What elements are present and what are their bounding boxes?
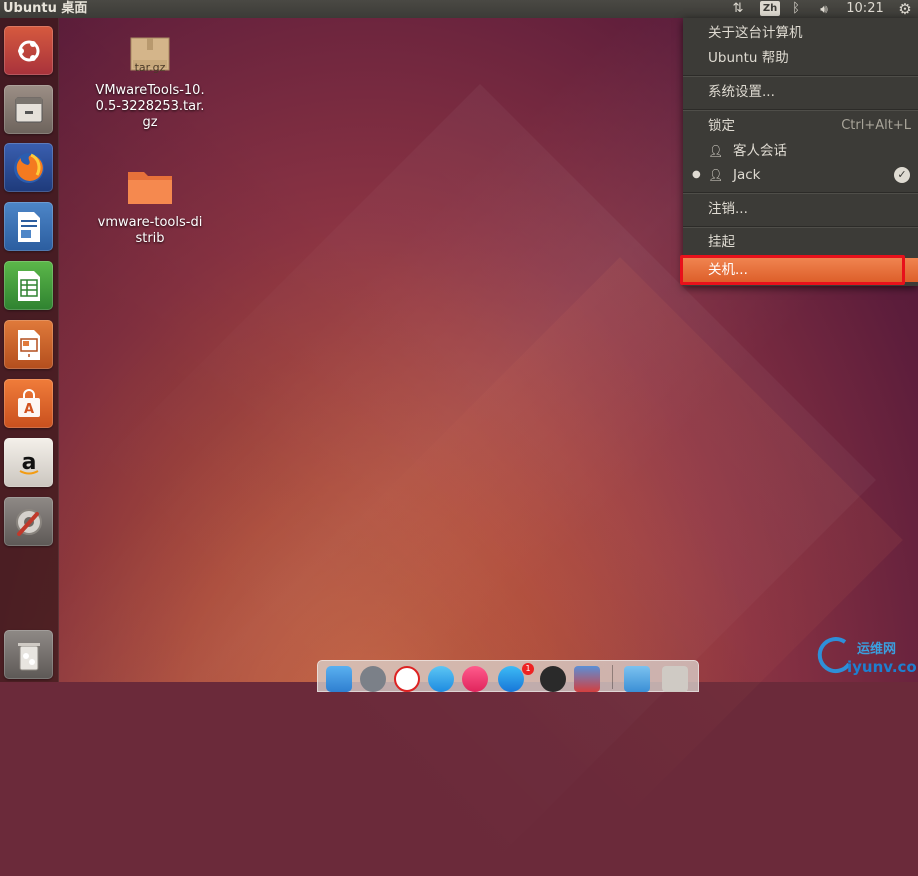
- menu-item-user-jack[interactable]: ● 👤︎ Jack ✓: [683, 163, 918, 187]
- trash-icon: [17, 642, 40, 670]
- menu-separator: [683, 109, 918, 110]
- menu-item-system-settings[interactable]: 系统设置...: [683, 80, 918, 104]
- menu-item-label: 系统设置...: [708, 84, 775, 100]
- downloads-folder-icon[interactable]: [624, 666, 650, 692]
- menu-item-label: 关于这台计算机: [708, 25, 803, 41]
- launcher-libreoffice-calc[interactable]: [4, 261, 53, 310]
- launcher-libreoffice-writer[interactable]: [4, 202, 53, 251]
- launcher-firefox[interactable]: [4, 143, 53, 192]
- launcher-system-settings[interactable]: [4, 497, 53, 546]
- dock-divider: [612, 665, 613, 689]
- menu-separator: [683, 226, 918, 227]
- wallpaper-facet: [337, 257, 903, 823]
- safari-compass-icon[interactable]: [428, 666, 454, 692]
- session-menu: 关于这台计算机 Ubuntu 帮助 系统设置... 锁定 Ctrl+Alt+L …: [683, 18, 918, 286]
- gear-icon[interactable]: ⚙: [895, 0, 915, 18]
- svg-text:a: a: [21, 450, 36, 475]
- launcher-libreoffice-impress[interactable]: [4, 320, 53, 369]
- window-title: Ubuntu 桌面: [3, 1, 88, 16]
- desktop-icon-label: VMwareTools-10.0.5-3228253.tar.gz: [95, 83, 205, 130]
- active-bullet-icon: ●: [692, 169, 701, 180]
- menu-item-label: 挂起: [708, 234, 735, 250]
- launcher-software-center[interactable]: A: [4, 379, 53, 428]
- menu-item-logout[interactable]: 注销...: [683, 197, 918, 221]
- desktop-icon-vmware-tarball[interactable]: tar.gz VMwareTools-10.0.5-3228253.tar.gz: [85, 34, 215, 131]
- ubuntu-logo-icon: [17, 40, 39, 61]
- amazon-logo-icon: a: [19, 450, 38, 475]
- shopping-bag-icon: A: [17, 388, 40, 417]
- launcher-dash-home[interactable]: [4, 26, 53, 75]
- watermark-url: iyunv.com: [847, 658, 918, 676]
- watermark: 运维网 iyunv.com: [815, 634, 918, 680]
- system-preferences-gear-icon[interactable]: [540, 666, 566, 692]
- launcher-amazon[interactable]: a: [4, 438, 53, 487]
- settings-wrench-gear-icon: [15, 508, 42, 536]
- menu-item-about[interactable]: 关于这台计算机: [683, 21, 918, 45]
- annotation-highlight-box: [680, 255, 905, 285]
- launcher-trash[interactable]: [4, 630, 53, 679]
- bottom-dock: 1: [317, 660, 699, 692]
- network-arrows-icon[interactable]: ⇅: [729, 0, 747, 18]
- ime-indicator[interactable]: Zh: [760, 1, 780, 16]
- menu-item-label: 客人会话: [733, 143, 787, 159]
- calc-spreadsheet-icon: [17, 270, 40, 301]
- parallels-icon[interactable]: [574, 666, 600, 692]
- launcher: A a: [0, 18, 59, 682]
- notification-badge: 1: [522, 663, 534, 675]
- dock-trash-icon[interactable]: [662, 666, 688, 692]
- menu-item-label: Ubuntu 帮助: [708, 50, 789, 66]
- top-panel: Ubuntu 桌面 ⇅ Zh ᛒ 🔊︎ 10:21 ⚙: [0, 0, 918, 18]
- volume-icon[interactable]: 🔊︎: [813, 0, 835, 18]
- close-x-app-icon[interactable]: [394, 666, 420, 692]
- menu-item-guest-session[interactable]: 👤︎ 客人会话: [683, 139, 918, 163]
- app-store-icon[interactable]: [498, 666, 524, 692]
- menu-item-label: 锁定: [708, 118, 735, 134]
- user-icon: 👤︎: [708, 168, 724, 182]
- watermark-text: 运维网: [857, 642, 897, 657]
- bluetooth-icon[interactable]: ᛒ: [789, 0, 803, 18]
- checkmark-icon: ✓: [894, 167, 910, 183]
- menu-separator: [683, 192, 918, 193]
- impress-presentation-icon: [17, 329, 40, 360]
- writer-document-icon: [17, 211, 40, 242]
- music-note-icon[interactable]: [462, 666, 488, 692]
- file-cabinet-icon: [15, 97, 42, 122]
- firefox-icon: [13, 152, 44, 183]
- finder-icon[interactable]: [326, 666, 352, 692]
- user-icon: 👤︎: [708, 144, 724, 158]
- menu-item-help[interactable]: Ubuntu 帮助: [683, 46, 918, 70]
- archive-badge: tar.gz: [134, 61, 166, 74]
- desktop-icon-label: vmware-tools-distrib: [97, 215, 203, 246]
- clock[interactable]: 10:21: [846, 0, 884, 18]
- menu-item-lock[interactable]: 锁定 Ctrl+Alt+L: [683, 114, 918, 138]
- desktop-icon-vmware-folder[interactable]: vmware-tools-distrib: [85, 166, 215, 247]
- svg-text:A: A: [23, 402, 33, 417]
- launchpad-rocket-icon[interactable]: [360, 666, 386, 692]
- launcher-files[interactable]: [4, 85, 53, 134]
- menu-item-suspend[interactable]: 挂起: [683, 230, 918, 254]
- menu-separator: [683, 75, 918, 76]
- menu-item-label: Jack: [733, 167, 761, 183]
- folder-icon: [128, 172, 172, 204]
- menu-item-label: 注销...: [708, 201, 748, 217]
- menu-item-accelerator: Ctrl+Alt+L: [841, 118, 911, 133]
